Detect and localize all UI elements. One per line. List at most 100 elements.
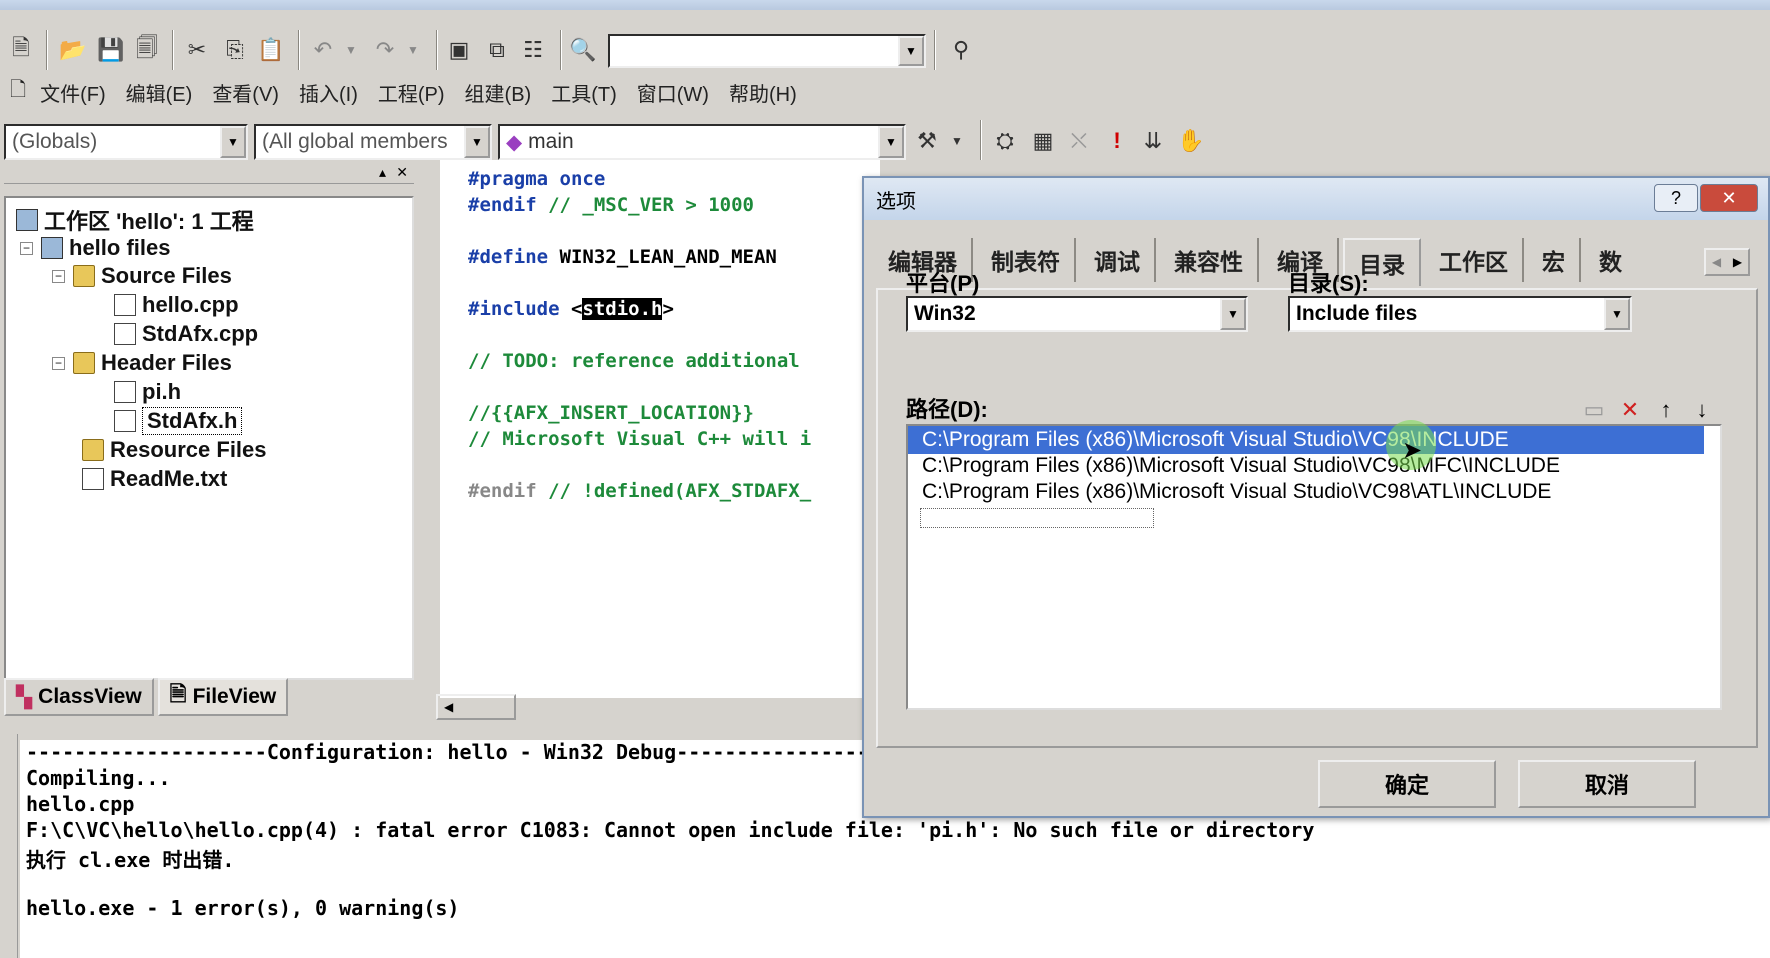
folder-icon (73, 352, 95, 374)
chevron-down-icon[interactable]: ▼ (464, 126, 490, 158)
file-label: hello.cpp (142, 292, 239, 317)
compile-icon[interactable]: ⛭ (988, 124, 1022, 158)
new-text-file-icon[interactable]: 🗎 (4, 33, 38, 67)
tab-scroll-right-icon[interactable]: ▶ (1727, 250, 1748, 274)
menu-window[interactable]: 窗口(W) (627, 78, 719, 107)
maximize-panel-icon[interactable]: ▴ (379, 164, 386, 181)
directory-select[interactable]: Include files ▼ (1288, 296, 1632, 332)
wizard-action-icon[interactable]: ⚒ (910, 124, 944, 158)
tree-resource-folder[interactable]: Resource Files (82, 436, 267, 464)
tree-file-stdafx-h[interactable]: StdAfx.h (114, 407, 243, 435)
path-item[interactable]: C:\Program Files (x86)\Microsoft Visual … (908, 478, 1704, 506)
folder-icon (82, 439, 104, 461)
menu-help[interactable]: 帮助(H) (719, 78, 807, 107)
redo-dropdown-icon[interactable]: ▼ (396, 33, 430, 67)
chevron-down-icon[interactable]: ▼ (898, 36, 924, 66)
editor-hscrollbar[interactable]: ◀ (436, 694, 516, 720)
window-list-icon[interactable]: ☷ (516, 33, 550, 67)
path-list[interactable]: C:\Program Files (x86)\Microsoft Visual … (906, 420, 1722, 710)
function-combo[interactable]: ◆ main ▼ (498, 124, 906, 160)
tab-scroll-left-icon[interactable]: ◀ (1706, 250, 1727, 274)
menu-view[interactable]: 查看(V) (202, 78, 289, 107)
menu-insert[interactable]: 插入(I) (289, 78, 368, 107)
save-icon[interactable]: 💾 (94, 33, 128, 67)
tab-classview[interactable]: ▚ ClassView (4, 678, 154, 716)
tree-file-pi-h[interactable]: pi.h (114, 378, 181, 406)
members-combo[interactable]: (All global members ▼ (254, 124, 492, 160)
standard-toolbar: 🗎 📂 💾 🗐 ✂ ⎘ 📋 ↶ ▼ ↷ ▼ ▣ ⧉ ☷ 🔍 ▼ ⚲ (0, 10, 1000, 80)
cancel-button[interactable]: 取消 (1518, 760, 1696, 808)
close-panel-icon[interactable]: ✕ (396, 164, 408, 181)
move-down-icon[interactable]: ↓ (1688, 396, 1716, 424)
breakpoint-hand-icon[interactable]: ✋ (1174, 124, 1208, 158)
tab-debug[interactable]: 调试 (1080, 238, 1156, 282)
menu-build[interactable]: 组建(B) (455, 78, 542, 107)
window-title-bar (0, 0, 1770, 10)
chevron-down-icon[interactable]: ▼ (220, 126, 246, 158)
path-list-header: 路径(D): ▭ ✕ ↑ ↓ (906, 386, 1722, 426)
menu-edit[interactable]: 编辑(E) (116, 78, 203, 107)
collapse-icon[interactable]: − (20, 241, 33, 255)
path-item[interactable]: C:\Program Files (x86)\Microsoft Visual … (908, 452, 1704, 480)
stop-build-icon[interactable]: ⛌ (1062, 124, 1096, 158)
scroll-left-icon[interactable]: ◀ (444, 700, 453, 714)
path-item-selected[interactable]: C:\Program Files (x86)\Microsoft Visual … (908, 426, 1704, 454)
workspace-tree: 工作区 'hello': 1 工程 − hello files − Source… (4, 196, 414, 680)
execute-icon[interactable]: ! (1100, 124, 1134, 158)
open-folder-icon[interactable]: 📂 (56, 33, 90, 67)
find-combo[interactable]: ▼ (608, 34, 926, 68)
ok-button[interactable]: 确定 (1318, 760, 1496, 808)
collapse-icon[interactable]: − (52, 269, 65, 283)
tree-header-folder[interactable]: − Header Files (52, 349, 232, 377)
toolbar-separator (934, 30, 936, 70)
output-line: hello.exe - 1 error(s), 0 warning(s) (26, 896, 460, 920)
collapse-icon[interactable]: − (52, 356, 65, 370)
wizard-dropdown-icon[interactable]: ▼ (940, 124, 974, 158)
cut-icon[interactable]: ✂ (180, 33, 214, 67)
new-path-placeholder[interactable] (920, 508, 1154, 528)
new-folder-icon[interactable]: ▭ (1580, 396, 1608, 424)
tab-fileview-label: FileView (192, 685, 277, 708)
tree-file-stdafx-cpp[interactable]: StdAfx.cpp (114, 320, 258, 348)
tab-workspace[interactable]: 工作区 (1425, 238, 1524, 282)
paste-icon[interactable]: 📋 (254, 33, 288, 67)
code-line: #define WIN32_LEAN_AND_MEAN (468, 246, 777, 268)
chevron-down-icon[interactable]: ▼ (1220, 298, 1246, 330)
code-editor[interactable]: #pragma once #endif // _MSC_VER > 1000 #… (440, 160, 880, 698)
menu-project[interactable]: 工程(P) (368, 78, 455, 107)
find-in-files-icon[interactable]: 🔍 (566, 33, 600, 67)
menu-file[interactable]: 文件(F) (30, 78, 116, 107)
copy-icon[interactable]: ⎘ (218, 33, 252, 67)
delete-icon[interactable]: ✕ (1616, 396, 1644, 424)
undo-dropdown-icon[interactable]: ▼ (334, 33, 368, 67)
build-icon[interactable]: ▦ (1026, 124, 1060, 158)
go-icon[interactable]: ⇊ (1136, 124, 1170, 158)
tab-compatibility[interactable]: 兼容性 (1160, 238, 1259, 282)
help-button[interactable]: ? (1654, 184, 1698, 212)
output-window-icon[interactable]: ⧉ (480, 33, 514, 67)
output-gripper[interactable] (0, 734, 18, 958)
workspace-window-icon[interactable]: ▣ (442, 33, 476, 67)
menu-tools[interactable]: 工具(T) (541, 78, 627, 107)
tree-file-hello-cpp[interactable]: hello.cpp (114, 291, 239, 319)
tree-workspace-root[interactable]: 工作区 'hello': 1 工程 (16, 206, 254, 234)
directory-value: Include files (1296, 302, 1418, 325)
chevron-down-icon[interactable]: ▼ (878, 126, 904, 158)
tab-fileview[interactable]: 🗎 FileView (157, 678, 289, 716)
tab-data[interactable]: 数 (1585, 238, 1636, 282)
close-button[interactable]: ✕ (1700, 184, 1758, 212)
tab-macros[interactable]: 宏 (1528, 238, 1581, 282)
mouse-cursor-icon: ➤ (1402, 437, 1423, 464)
tab-tabs[interactable]: 制表符 (977, 238, 1076, 282)
tree-file-readme[interactable]: ReadMe.txt (82, 465, 227, 493)
workspace-root-label: 工作区 'hello': 1 工程 (44, 209, 254, 234)
tree-project[interactable]: − hello files (20, 234, 170, 262)
cpp-file-icon (114, 323, 136, 345)
find-binoculars-icon[interactable]: ⚲ (944, 33, 978, 67)
class-combo[interactable]: (Globals) ▼ (4, 124, 248, 160)
save-all-icon[interactable]: 🗐 (130, 33, 164, 67)
chevron-down-icon[interactable]: ▼ (1604, 298, 1630, 330)
platform-select[interactable]: Win32 ▼ (906, 296, 1248, 332)
tree-source-folder[interactable]: − Source Files (52, 262, 232, 290)
move-up-icon[interactable]: ↑ (1652, 396, 1680, 424)
